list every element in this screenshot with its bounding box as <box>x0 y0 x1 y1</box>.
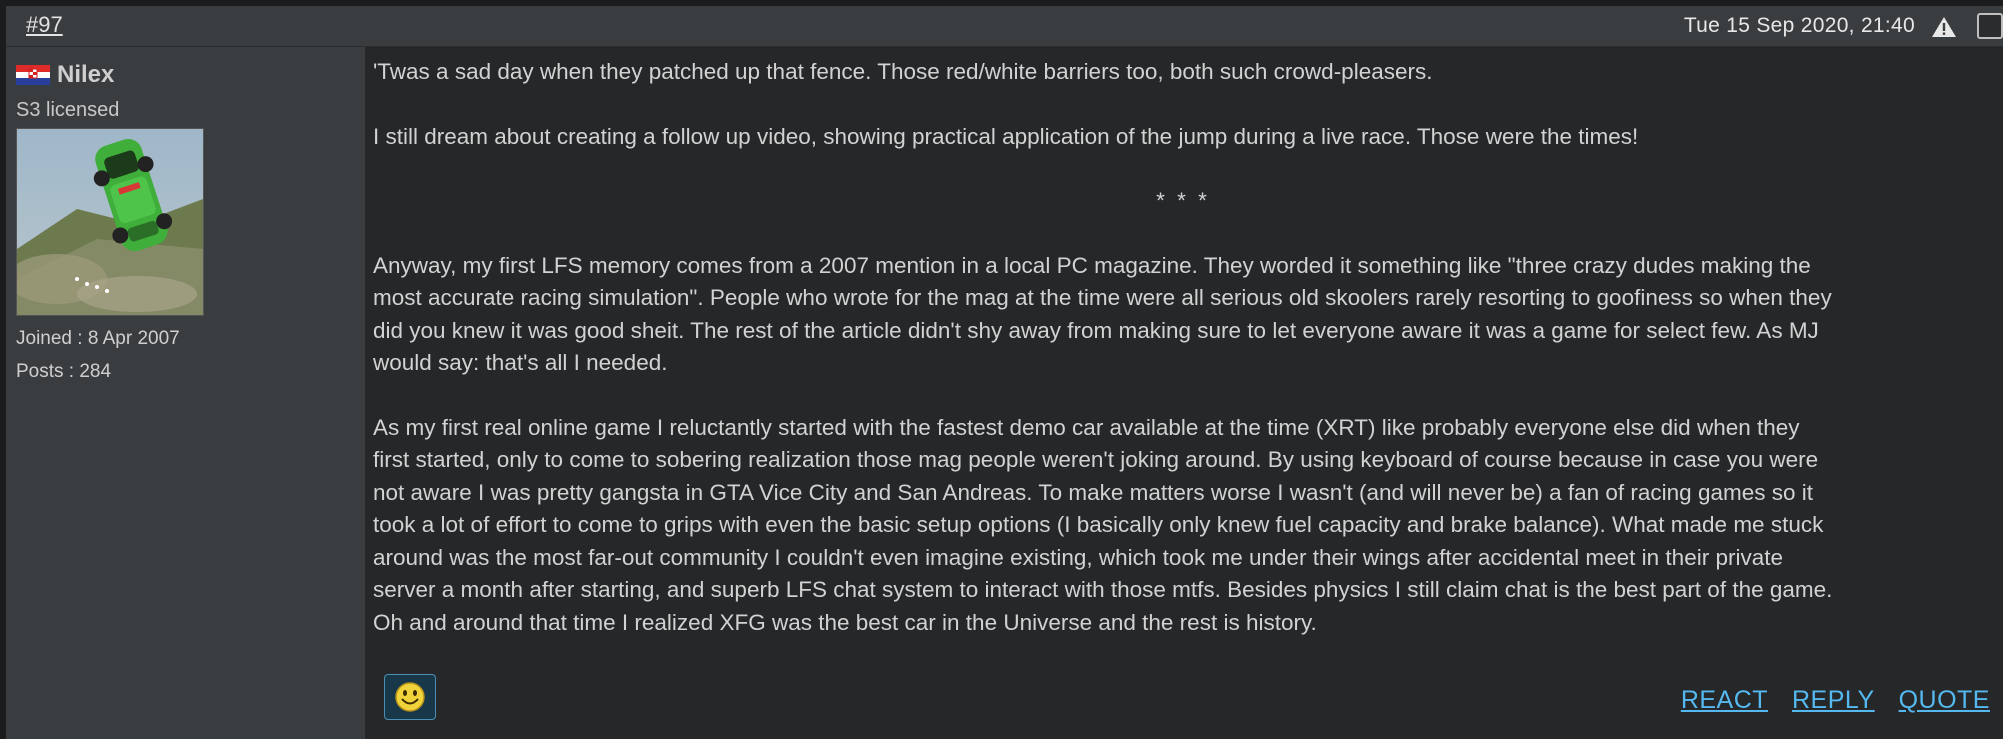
react-link[interactable]: REACT <box>1681 686 1768 714</box>
post-number-link[interactable]: #97 <box>26 12 63 38</box>
forum-post: #97 Tue 15 Sep 2020, 21:40 Nilex S3 lice… <box>6 6 2003 739</box>
author-sidebar: Nilex S3 licensed Joined: 8 Apr 2007 Po… <box>6 47 365 739</box>
post-body: 'Twas a sad day when they patched up tha… <box>373 56 1993 671</box>
post-text-line: would say: that's all I needed. <box>373 350 668 375</box>
select-checkbox-icon[interactable] <box>1977 13 2003 39</box>
post-text-line: first started, only to come to sobering … <box>373 447 1819 472</box>
post-date: Tue 15 Sep 2020, 21:40 <box>1683 14 1915 37</box>
post-text-line: Oh and around that time I realized XFG w… <box>373 609 1317 635</box>
croatia-flag-icon <box>16 65 50 85</box>
post-header: #97 Tue 15 Sep 2020, 21:40 <box>6 6 2003 47</box>
quote-link[interactable]: QUOTE <box>1899 686 1990 714</box>
warning-triangle-icon[interactable] <box>1931 15 1957 39</box>
post-text-line: around was the most far-out community I … <box>373 544 1783 570</box>
post-paragraph: As my first real online game I reluctant… <box>373 412 1993 640</box>
author-username[interactable]: Nilex <box>57 61 114 89</box>
react-emoji-button[interactable] <box>384 674 436 720</box>
post-text-line: As my first real online game I reluctant… <box>373 414 1800 440</box>
post-paragraph: 'Twas a sad day when they patched up tha… <box>373 56 1993 89</box>
post-text-line: Anyway, my first LFS memory comes from a… <box>373 252 1811 278</box>
section-separator: * * * <box>1156 188 1210 213</box>
post-text-line: took a lot of effort to come to grips wi… <box>373 512 1824 537</box>
author-post-count: Posts : 284 <box>16 361 112 382</box>
post-text-line: not aware I was pretty gangsta in GTA Vi… <box>373 479 1813 505</box>
post-text-line: did you knew it was good sheit. The rest… <box>373 317 1819 343</box>
author-joined-date: Joined : 8 Apr 2007 <box>16 328 180 349</box>
post-paragraph: Anyway, my first LFS memory comes from a… <box>373 250 1993 380</box>
post-paragraph: I still dream about creating a follow up… <box>373 121 1993 154</box>
post-text-line: most accurate racing simulation". People… <box>373 285 1832 310</box>
post-text-line: server a month after starting, and super… <box>373 577 1833 602</box>
author-rank: S3 licensed <box>16 99 120 121</box>
post-text-line: I still dream about creating a follow up… <box>373 123 1639 149</box>
post-text-line: 'Twas a sad day when they patched up tha… <box>373 59 1433 84</box>
post-actions: REACT REPLY QUOTE <box>1664 686 1990 715</box>
avatar-image[interactable] <box>16 128 204 316</box>
reply-link[interactable]: REPLY <box>1792 686 1875 714</box>
